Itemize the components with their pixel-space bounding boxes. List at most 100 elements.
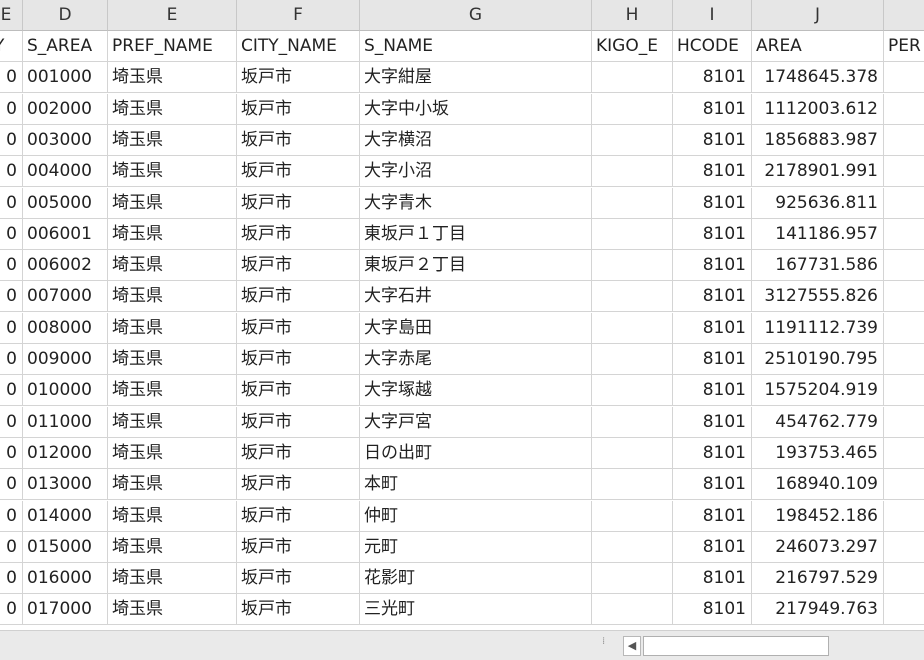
table-cell[interactable]: 0 <box>0 312 23 344</box>
table-cell[interactable]: 埼玉県 <box>108 124 237 156</box>
table-cell[interactable]: 埼玉県 <box>108 312 237 344</box>
table-cell[interactable]: 埼玉県 <box>108 469 237 501</box>
table-cell[interactable]: 017000 <box>23 594 108 626</box>
table-cell[interactable]: 8101 <box>673 187 752 219</box>
column-header-h[interactable]: H <box>592 0 673 31</box>
table-cell[interactable]: 167731.586 <box>752 250 884 282</box>
table-cell[interactable]: 坂戸市 <box>237 93 360 125</box>
table-cell[interactable] <box>884 563 924 595</box>
table-cell[interactable]: 大字塚越 <box>360 375 592 407</box>
header-cell[interactable]: HCODE <box>673 31 752 62</box>
table-cell[interactable]: 埼玉県 <box>108 156 237 188</box>
table-cell[interactable]: 8101 <box>673 93 752 125</box>
column-header-f[interactable]: F <box>237 0 360 31</box>
horizontal-scrollbar[interactable]: ⁞ ◀ <box>0 630 924 660</box>
table-cell[interactable]: 198452.186 <box>752 500 884 532</box>
table-cell[interactable] <box>592 563 673 595</box>
table-cell[interactable] <box>592 62 673 94</box>
scroll-left-button[interactable]: ◀ <box>623 636 641 656</box>
table-cell[interactable]: 003000 <box>23 124 108 156</box>
table-cell[interactable]: 0 <box>0 406 23 438</box>
column-header-i[interactable]: I <box>673 0 752 31</box>
table-cell[interactable]: 0 <box>0 250 23 282</box>
table-cell[interactable] <box>884 313 924 344</box>
table-cell[interactable]: 8101 <box>673 531 752 563</box>
table-cell[interactable]: 0 <box>0 594 23 626</box>
table-cell[interactable]: 454762.779 <box>752 406 884 438</box>
table-cell[interactable]: 168940.109 <box>752 469 884 501</box>
table-cell[interactable] <box>884 407 924 438</box>
table-cell[interactable]: 坂戸市 <box>237 312 360 344</box>
table-cell[interactable] <box>884 532 924 563</box>
table-cell[interactable]: 8101 <box>673 469 752 501</box>
column-header-g[interactable]: G <box>360 0 592 31</box>
table-cell[interactable]: 埼玉県 <box>108 594 237 626</box>
table-cell[interactable]: 坂戸市 <box>237 62 360 94</box>
table-cell[interactable]: 012000 <box>23 437 108 469</box>
table-cell[interactable]: 0 <box>0 563 23 595</box>
table-cell[interactable] <box>592 93 673 125</box>
table-cell[interactable]: 006001 <box>23 218 108 250</box>
table-cell[interactable]: 0 <box>0 62 23 94</box>
table-cell[interactable]: 坂戸市 <box>237 187 360 219</box>
table-cell[interactable]: 埼玉県 <box>108 375 237 407</box>
table-cell[interactable]: 東坂戸２丁目 <box>360 250 592 282</box>
table-cell[interactable]: 0 <box>0 218 23 250</box>
table-cell[interactable]: 坂戸市 <box>237 281 360 313</box>
header-cell[interactable]: AREA <box>752 31 884 62</box>
table-cell[interactable] <box>592 187 673 219</box>
table-cell[interactable]: 大字戸宮 <box>360 406 592 438</box>
table-cell[interactable]: 217949.763 <box>752 594 884 626</box>
table-cell[interactable]: 004000 <box>23 156 108 188</box>
table-cell[interactable]: 0 <box>0 281 23 313</box>
table-cell[interactable] <box>592 124 673 156</box>
header-cell[interactable]: PER <box>884 31 924 62</box>
table-cell[interactable]: 8101 <box>673 156 752 188</box>
table-cell[interactable]: 三光町 <box>360 594 592 626</box>
table-cell[interactable]: 246073.297 <box>752 531 884 563</box>
table-cell[interactable] <box>884 344 924 375</box>
table-cell[interactable]: 009000 <box>23 344 108 375</box>
table-cell[interactable]: 東坂戸１丁目 <box>360 218 592 250</box>
column-header-next[interactable] <box>884 0 924 31</box>
table-cell[interactable]: 埼玉県 <box>108 250 237 282</box>
table-cell[interactable]: 埼玉県 <box>108 531 237 563</box>
table-cell[interactable]: 925636.811 <box>752 187 884 219</box>
table-cell[interactable]: 8101 <box>673 375 752 407</box>
table-cell[interactable] <box>884 594 924 626</box>
table-cell[interactable] <box>884 219 924 250</box>
table-cell[interactable]: 0 <box>0 375 23 407</box>
scrollbar-thumb[interactable] <box>643 636 829 656</box>
table-cell[interactable] <box>592 406 673 438</box>
table-cell[interactable]: 日の出町 <box>360 437 592 469</box>
table-cell[interactable] <box>884 438 924 469</box>
header-cell[interactable]: Y <box>0 31 23 62</box>
table-cell[interactable]: 2510190.795 <box>752 344 884 375</box>
table-cell[interactable]: 坂戸市 <box>237 437 360 469</box>
table-cell[interactable]: 仲町 <box>360 500 592 532</box>
table-cell[interactable]: 0 <box>0 124 23 156</box>
table-cell[interactable]: 坂戸市 <box>237 500 360 532</box>
table-cell[interactable]: 8101 <box>673 62 752 94</box>
table-cell[interactable] <box>592 594 673 626</box>
table-cell[interactable]: 1748645.378 <box>752 62 884 94</box>
header-cell[interactable]: S_NAME <box>360 31 592 62</box>
table-cell[interactable]: 本町 <box>360 469 592 501</box>
table-cell[interactable]: 002000 <box>23 93 108 125</box>
table-cell[interactable] <box>592 250 673 282</box>
table-cell[interactable] <box>592 281 673 313</box>
table-cell[interactable] <box>884 125 924 156</box>
table-cell[interactable]: 8101 <box>673 406 752 438</box>
table-cell[interactable] <box>592 469 673 501</box>
table-cell[interactable]: 8101 <box>673 124 752 156</box>
table-cell[interactable]: 大字小沼 <box>360 156 592 188</box>
table-cell[interactable]: 大字赤尾 <box>360 344 592 375</box>
table-cell[interactable]: 0 <box>0 156 23 188</box>
table-cell[interactable]: 015000 <box>23 531 108 563</box>
table-cell[interactable]: 1575204.919 <box>752 375 884 407</box>
table-cell[interactable]: 007000 <box>23 281 108 313</box>
table-cell[interactable]: 大字石井 <box>360 281 592 313</box>
header-cell[interactable]: PREF_NAME <box>108 31 237 62</box>
table-cell[interactable]: 010000 <box>23 375 108 407</box>
table-cell[interactable] <box>592 344 673 375</box>
